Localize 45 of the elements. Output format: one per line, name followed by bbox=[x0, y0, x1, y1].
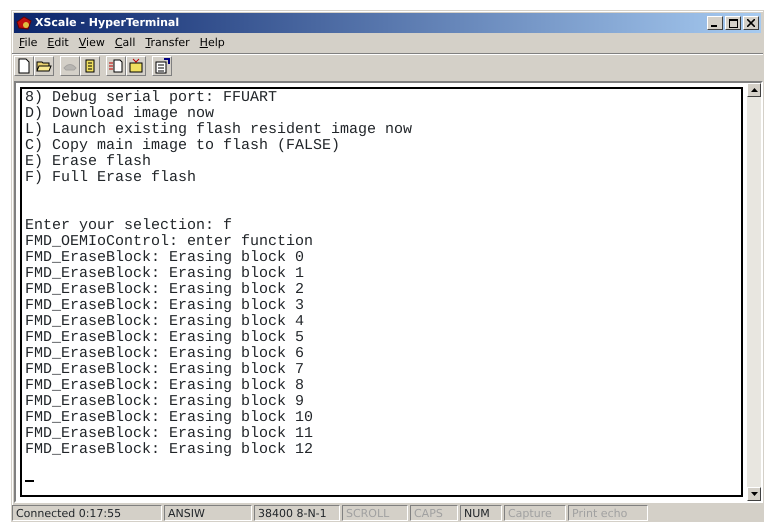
scroll-down-icon[interactable] bbox=[747, 487, 761, 501]
status-pane: ANSIW bbox=[164, 505, 252, 521]
terminal-line: FMD_EraseBlock: Erasing block 3 bbox=[25, 297, 304, 314]
terminal-line: FMD_OEMIoControl: enter function bbox=[25, 233, 314, 250]
menu-item[interactable]: Help bbox=[194, 34, 230, 52]
receive-file-icon[interactable] bbox=[128, 58, 144, 74]
new-file-icon[interactable] bbox=[16, 58, 32, 74]
terminal-line: D) Download image now bbox=[25, 105, 214, 122]
close-button[interactable] bbox=[743, 16, 759, 30]
terminal-line: F) Full Erase flash bbox=[25, 169, 196, 186]
terminal-line: FMD_EraseBlock: Erasing block 0 bbox=[25, 249, 304, 266]
terminal-line: 8) Debug serial port: FFUART bbox=[25, 89, 278, 106]
terminal-line: FMD_EraseBlock: Erasing block 9 bbox=[25, 393, 304, 410]
minimize-button[interactable] bbox=[707, 16, 723, 30]
menu-item[interactable]: Transfer bbox=[140, 34, 195, 52]
terminal-line: FMD_EraseBlock: Erasing block 2 bbox=[25, 281, 304, 298]
maximize-button[interactable] bbox=[725, 16, 741, 30]
terminal-line: FMD_EraseBlock: Erasing block 5 bbox=[25, 329, 304, 346]
menu-item[interactable]: Edit bbox=[42, 34, 74, 52]
menu-item[interactable]: View bbox=[74, 34, 110, 52]
terminal-line: Enter your selection: f bbox=[25, 217, 232, 234]
terminal-line: FMD_EraseBlock: Erasing block 8 bbox=[25, 377, 304, 394]
menu-item[interactable]: File bbox=[14, 34, 42, 52]
close-icon bbox=[747, 19, 755, 27]
send-file-icon[interactable] bbox=[108, 58, 124, 74]
terminal-line: L) Launch existing flash resident image now bbox=[25, 121, 412, 138]
menu-item[interactable]: Call bbox=[110, 34, 140, 52]
text-cursor bbox=[25, 480, 34, 482]
terminal-line: FMD_EraseBlock: Erasing block 10 bbox=[25, 409, 314, 426]
terminal-line: FMD_EraseBlock: Erasing block 1 bbox=[25, 265, 304, 282]
terminal-line: E) Erase flash bbox=[25, 153, 152, 170]
scroll-up-icon[interactable] bbox=[747, 83, 761, 97]
terminal-line: FMD_EraseBlock: Erasing block 11 bbox=[25, 425, 314, 442]
status-pane: 38400 8-N-1 bbox=[254, 505, 340, 521]
terminal-line: FMD_EraseBlock: Erasing block 12 bbox=[25, 441, 314, 458]
vertical-scrollbar[interactable] bbox=[747, 83, 761, 501]
status-pane: Connected 0:17:55 bbox=[12, 505, 162, 521]
window-title: XScale - HyperTerminal bbox=[35, 14, 180, 31]
terminal-line: C) Copy main image to flash (FALSE) bbox=[25, 137, 340, 154]
terminal-line: FMD_EraseBlock: Erasing block 4 bbox=[25, 313, 304, 330]
maximize-icon bbox=[728, 18, 738, 28]
status-pane: NUM bbox=[460, 505, 502, 521]
terminal-line: FMD_EraseBlock: Erasing block 7 bbox=[25, 361, 304, 378]
terminal-line: FMD_EraseBlock: Erasing block 6 bbox=[25, 345, 304, 362]
properties-icon[interactable] bbox=[154, 58, 170, 74]
